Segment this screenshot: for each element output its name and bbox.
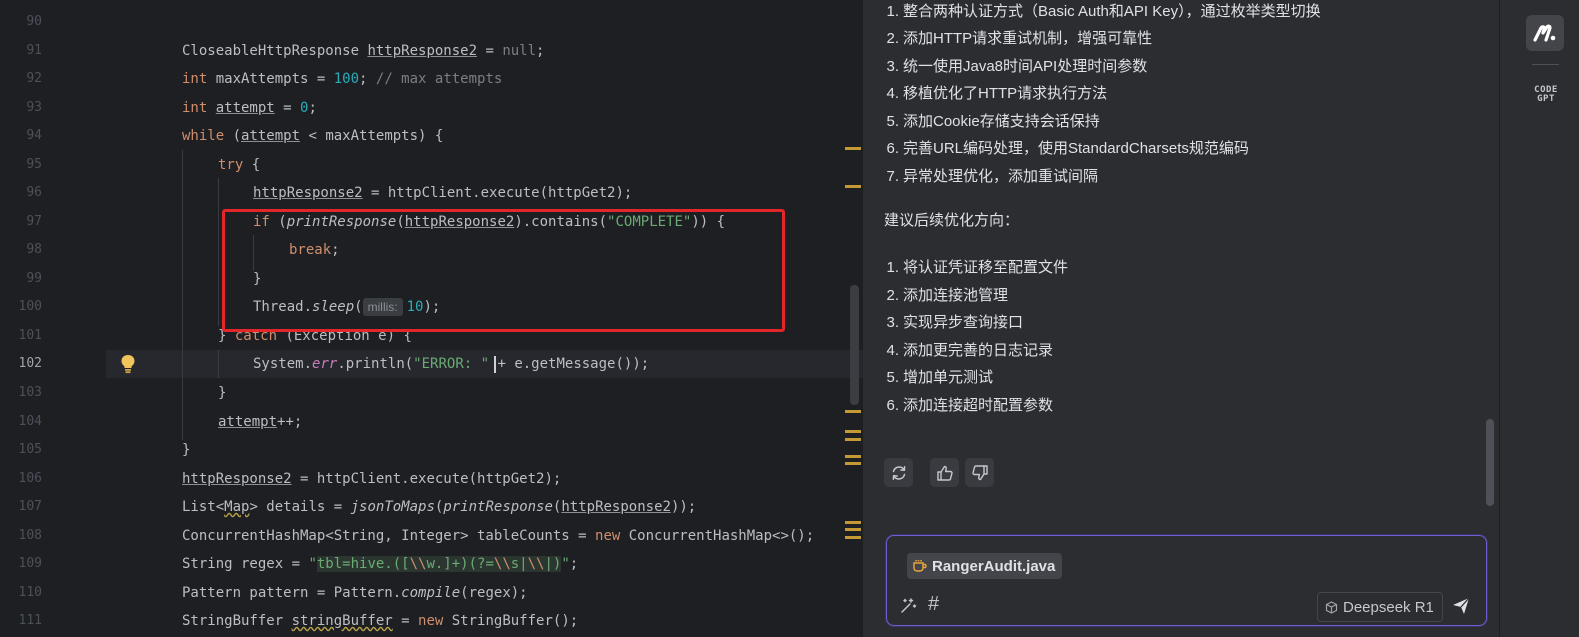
code-line-111: StringBuffer stringBuffer = new StringBu… [182, 613, 579, 629]
line-number: 109 [18, 556, 42, 571]
code-line-92: int maxAttempts = 100; // max attempts [182, 71, 503, 87]
code-line-109: String regex = "tbl=hive.([\\w.]+)(?=\\s… [182, 556, 579, 572]
scroll-marker [845, 410, 861, 413]
like-button[interactable] [930, 458, 959, 487]
refresh-icon [892, 465, 905, 480]
codegpt-icon[interactable]: CODE GPT [1529, 86, 1563, 104]
chat-input-box[interactable]: RangerAudit.java # Deepseek R1 [886, 535, 1487, 626]
line-number: 108 [18, 528, 42, 543]
list-item: 1. 整合两种认证方式（Basic Auth和API Key），通过枚举类型切换 [886, 3, 1321, 20]
list-item: 4. 移植优化了HTTP请求执行方法 [886, 85, 1108, 102]
coffee-cup-icon [913, 560, 927, 572]
line-number: 107 [18, 499, 42, 514]
code-line-94: while (attempt < maxAttempts) { [182, 128, 444, 144]
line-number: 104 [18, 414, 42, 429]
list-item: 2. 添加HTTP请求重试机制，增强可靠性 [886, 30, 1153, 47]
thumbs-down-icon [971, 464, 988, 480]
line-number: 97 [26, 214, 42, 229]
list-item: 3. 实现异步查询接口 [886, 314, 1024, 331]
sparkle-icon[interactable] [899, 597, 917, 615]
scroll-marker [845, 455, 861, 458]
suggestions-heading: 建议后续优化方向： [884, 212, 1020, 229]
ai-logo-icon [1533, 24, 1556, 42]
lightbulb-icon[interactable] [120, 354, 136, 374]
divider [1532, 64, 1559, 65]
hashtag-icon[interactable]: # [928, 593, 939, 616]
indent-guide [218, 350, 219, 378]
chat-scrollbar[interactable] [1486, 419, 1494, 506]
model-name: Deepseek R1 [1343, 598, 1434, 616]
line-number: 90 [26, 14, 42, 29]
tool-window-strip: CODE GPT [1499, 0, 1579, 637]
line-number: 106 [18, 471, 42, 486]
scroll-marker [845, 438, 861, 441]
code-line-108: ConcurrentHashMap<String, Integer> table… [182, 528, 815, 544]
line-number: 103 [18, 385, 42, 400]
line-number: 93 [26, 100, 42, 115]
scroll-marker [845, 147, 861, 150]
code-editor[interactable]: 90 91 92 93 94 95 96 97 98 99 100 101 10… [0, 0, 863, 637]
list-item: 6. 添加连接超时配置参数 [886, 397, 1054, 414]
code-line-95: try { [218, 157, 261, 173]
text-caret [494, 356, 496, 373]
code-line-110: Pattern pattern = Pattern.compile(regex)… [182, 585, 528, 601]
code-line-106: httpResponse2 = httpClient.execute(httpG… [182, 471, 562, 487]
code-line-105: } [182, 442, 191, 458]
line-number: 94 [26, 128, 42, 143]
line-number: 105 [18, 442, 42, 457]
list-item: 3. 统一使用Java8时间API处理时间参数 [886, 58, 1148, 75]
list-item: 1. 将认证凭证移至配置文件 [886, 259, 1069, 276]
line-number-current: 102 [18, 356, 42, 371]
code-line-107: List<Map> details = jsonToMaps(printResp… [182, 499, 697, 515]
code-line-103: } [218, 385, 227, 401]
ai-assistant-toolwindow-button[interactable] [1526, 15, 1564, 51]
line-number: 95 [26, 157, 42, 172]
regenerate-button[interactable] [884, 458, 913, 487]
file-chip-label: RangerAudit.java [932, 557, 1056, 575]
line-number: 99 [26, 271, 42, 286]
code-line-102: System.err.println("ERROR: " + e.getMess… [253, 356, 650, 372]
context-file-chip[interactable]: RangerAudit.java [907, 553, 1063, 579]
list-item: 2. 添加连接池管理 [886, 287, 1009, 304]
model-selector[interactable]: Deepseek R1 [1317, 592, 1443, 622]
line-number: 98 [26, 242, 42, 257]
thumbs-up-icon [936, 465, 953, 481]
line-number: 100 [18, 299, 42, 314]
send-icon[interactable] [1451, 596, 1471, 616]
list-item: 4. 添加更完善的日志记录 [886, 342, 1054, 359]
scroll-marker [845, 185, 861, 188]
list-item: 6. 完善URL编码处理，使用StandardCharsets规范编码 [886, 140, 1249, 157]
dislike-button[interactable] [965, 458, 994, 487]
line-number: 110 [18, 585, 42, 600]
scroll-marker [845, 521, 861, 524]
list-item: 7. 异常处理优化，添加重试间隔 [886, 168, 1099, 185]
indent-guide [182, 150, 183, 440]
scroll-marker [845, 536, 861, 539]
line-number: 111 [18, 613, 42, 628]
codegpt-label-bottom: GPT [1537, 94, 1555, 104]
line-number: 96 [26, 185, 42, 200]
list-item: 5. 增加单元测试 [886, 369, 994, 386]
ai-chat-panel: 1. 整合两种认证方式（Basic Auth和API Key），通过枚举类型切换 … [863, 0, 1499, 637]
line-number: 91 [26, 43, 42, 58]
code-line-104: attempt++; [218, 414, 303, 430]
list-item: 5. 添加Cookie存储支持会话保持 [886, 113, 1100, 130]
editor-scrollbar[interactable] [850, 285, 859, 405]
code-line-91: CloseableHttpResponse httpResponse2 = nu… [182, 43, 545, 59]
line-number: 92 [26, 71, 42, 86]
highlight-annotation-box [222, 209, 785, 332]
scroll-marker [845, 430, 861, 433]
indent-guide [218, 178, 219, 326]
line-number-gutter: 90 91 92 93 94 95 96 97 98 99 100 101 10… [0, 0, 106, 637]
scroll-marker [845, 528, 861, 531]
cube-icon [1325, 600, 1338, 614]
line-number: 101 [18, 328, 42, 343]
code-line-93: int attempt = 0; [182, 100, 317, 116]
scroll-marker [845, 462, 861, 465]
code-line-96: httpResponse2 = httpClient.execute(httpG… [253, 185, 633, 201]
